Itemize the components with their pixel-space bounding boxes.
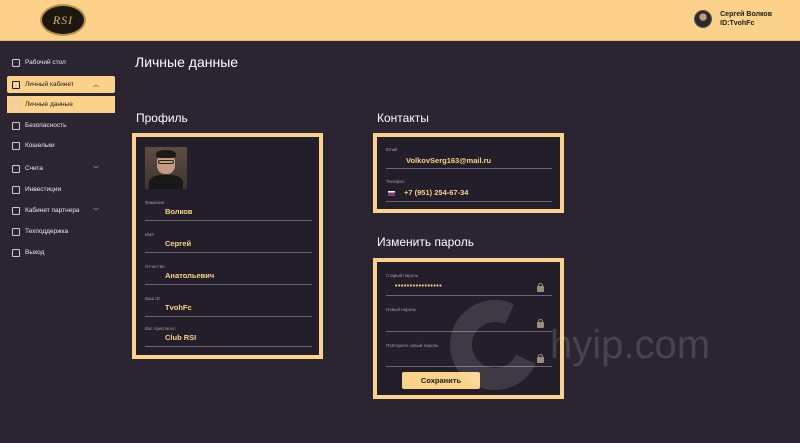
sidebar-item-label: Кабинет партнера bbox=[25, 207, 80, 214]
sidebar-item-support[interactable]: Техподдержка bbox=[7, 223, 115, 240]
avatar bbox=[694, 10, 713, 28]
lock-icon bbox=[12, 121, 20, 130]
lock-icon[interactable] bbox=[537, 283, 544, 292]
monitor-icon bbox=[12, 185, 20, 194]
user-id: ID:TvohFc bbox=[720, 20, 755, 27]
sidebar-item-label: Личные данные bbox=[25, 101, 73, 108]
chevron-up-icon: ︿ bbox=[92, 83, 99, 89]
sidebar-item-label: Рабочий стол bbox=[25, 59, 66, 66]
first-name-label: Имя bbox=[145, 232, 154, 237]
dashboard-icon bbox=[12, 58, 20, 67]
page-title: Личные данные bbox=[135, 54, 239, 70]
sidebar-item-label: Инвестиции bbox=[25, 186, 62, 193]
sidebar-item-logout[interactable]: Выход bbox=[7, 244, 115, 261]
person-icon bbox=[12, 80, 20, 89]
russia-flag-icon bbox=[388, 190, 395, 196]
divider bbox=[386, 201, 552, 202]
wallet-icon bbox=[12, 141, 20, 150]
phone-value: +7 (951) 254-67-34 bbox=[404, 188, 469, 197]
divider bbox=[145, 346, 312, 347]
inviter-label: Вас пригласил bbox=[145, 326, 176, 331]
top-bar: RSI Сергей Волков ID:TvohFc bbox=[0, 0, 800, 41]
inviter-value: Club RSI bbox=[165, 333, 197, 342]
password-card: Старый пароль •••••••••••••••• Новый пар… bbox=[373, 258, 564, 399]
patronymic-value: Анатольевич bbox=[165, 271, 215, 280]
divider bbox=[145, 316, 312, 317]
chevron-down-icon: ﹀ bbox=[92, 167, 99, 173]
lock-icon[interactable] bbox=[537, 354, 544, 363]
sidebar-item-accounts[interactable]: Счета ﹀ bbox=[7, 160, 115, 177]
watermark-text: hyip.com bbox=[550, 323, 711, 367]
network-icon bbox=[12, 206, 20, 215]
contacts-title: Контакты bbox=[377, 111, 429, 125]
profile-card: Фамилия Волков Имя Сергей Отчество Анато… bbox=[132, 133, 323, 359]
sidebar-item-label: Безопасность bbox=[25, 122, 67, 129]
repeat-password-input[interactable] bbox=[386, 366, 552, 367]
sidebar-item-label: Счета bbox=[25, 165, 43, 172]
user-id-label: Ваш ID bbox=[145, 296, 160, 301]
sidebar-item-label: Техподдержка bbox=[25, 228, 69, 235]
sidebar-item-personal-data[interactable]: Личные данные bbox=[7, 96, 115, 113]
support-icon bbox=[12, 227, 20, 236]
sidebar-item-dashboard[interactable]: Рабочий стол bbox=[7, 54, 115, 71]
sidebar-item-security[interactable]: Безопасность bbox=[7, 117, 115, 134]
user-menu[interactable]: Сергей Волков ID:TvohFc bbox=[694, 10, 772, 28]
divider bbox=[145, 220, 312, 221]
old-password-input[interactable]: •••••••••••••••• bbox=[395, 283, 442, 290]
repeat-password-label: Повторите новый пароль bbox=[386, 343, 439, 348]
user-name: Сергей Волков bbox=[720, 11, 772, 18]
sidebar-item-investments[interactable]: Инвестиции bbox=[7, 181, 115, 198]
exit-icon bbox=[12, 248, 20, 257]
sidebar-item-label: Выход bbox=[25, 249, 45, 256]
new-password-input[interactable] bbox=[386, 331, 552, 332]
divider bbox=[145, 284, 312, 285]
profile-title: Профиль bbox=[136, 111, 188, 125]
lock-icon[interactable] bbox=[537, 319, 544, 328]
sidebar-item-partner-cabinet[interactable]: Кабинет партнера ﹀ bbox=[7, 202, 115, 219]
patronymic-label: Отчество bbox=[145, 264, 165, 269]
last-name-value: Волков bbox=[165, 207, 193, 216]
last-name-label: Фамилия bbox=[145, 200, 165, 205]
save-button[interactable]: Сохранить bbox=[402, 372, 480, 389]
sidebar-item-personal-cabinet[interactable]: Личный кабинет ︿ bbox=[7, 76, 115, 93]
sidebar: Рабочий стол Личный кабинет ︿ Личные дан… bbox=[0, 41, 118, 443]
chevron-down-icon: ﹀ bbox=[92, 209, 99, 215]
email-label: Email bbox=[386, 147, 398, 152]
sidebar-item-label: Личный кабинет bbox=[25, 81, 74, 88]
logo[interactable]: RSI bbox=[40, 4, 86, 36]
logo-text: RSI bbox=[52, 12, 74, 27]
new-password-label: Новый пароль bbox=[386, 307, 416, 312]
first-name-value: Сергей bbox=[165, 239, 192, 248]
divider bbox=[386, 168, 552, 169]
phone-label: Телефон bbox=[386, 179, 405, 184]
bank-icon bbox=[12, 164, 20, 173]
contacts-card: Email VolkovSerg163@mail.ru Телефон +7 (… bbox=[373, 133, 564, 213]
user-id-value: TvohFc bbox=[165, 303, 192, 312]
divider bbox=[145, 252, 312, 253]
sidebar-item-wallets[interactable]: Кошельки bbox=[7, 137, 115, 154]
change-password-title: Изменить пароль bbox=[377, 235, 474, 249]
id-card-icon bbox=[12, 100, 20, 109]
user-info: Сергей Волков ID:TvohFc bbox=[720, 10, 772, 28]
phone-field[interactable]: +7 (951) 254-67-34 bbox=[388, 188, 468, 197]
old-password-label: Старый пароль bbox=[386, 273, 419, 278]
sidebar-item-label: Кошельки bbox=[25, 142, 55, 149]
divider bbox=[386, 295, 552, 296]
email-value[interactable]: VolkovSerg163@mail.ru bbox=[406, 156, 491, 165]
profile-photo bbox=[145, 147, 187, 189]
